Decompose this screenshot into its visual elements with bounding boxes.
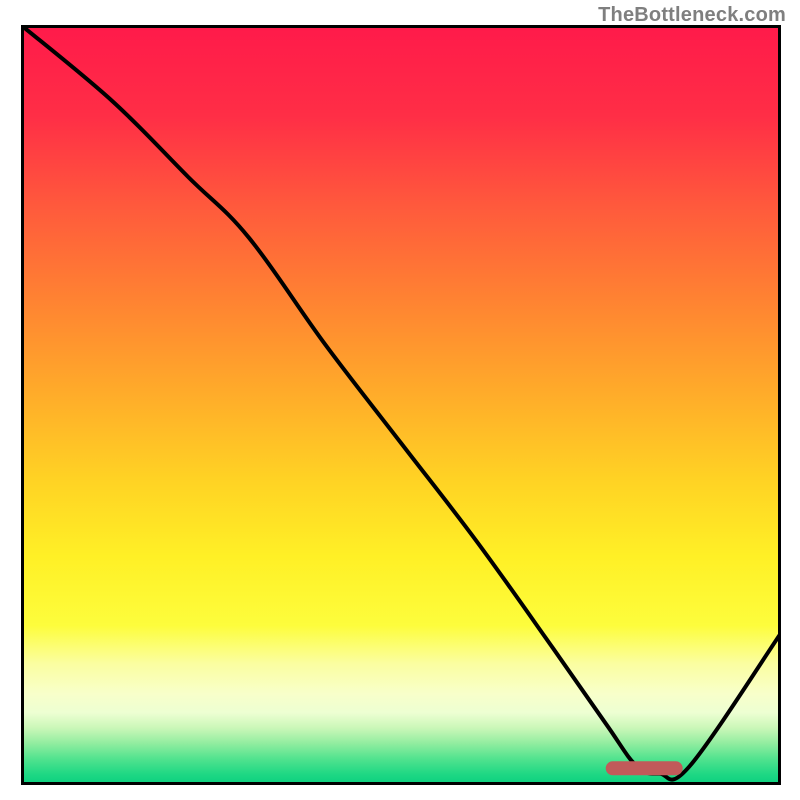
- bottleneck-chart: [21, 25, 781, 785]
- chart-container: TheBottleneck.com: [0, 0, 800, 800]
- chart-svg: [21, 25, 781, 785]
- attribution-label: TheBottleneck.com: [598, 4, 786, 27]
- optimal-range-marker: [606, 762, 682, 775]
